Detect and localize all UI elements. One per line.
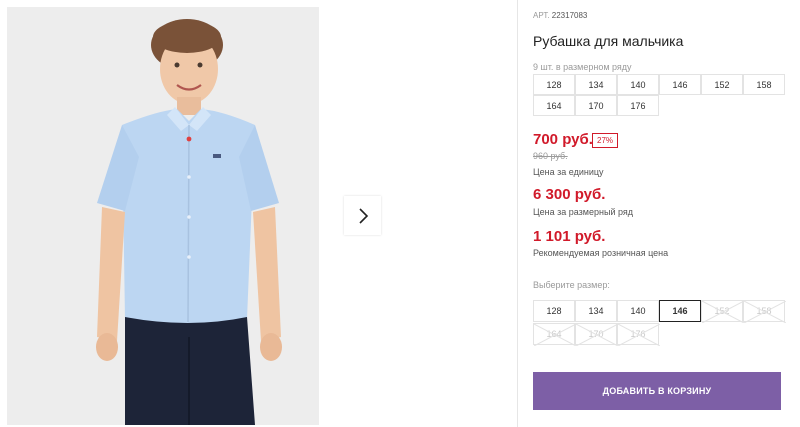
gallery-next-button[interactable] bbox=[344, 196, 381, 235]
unavailable-cross-icon bbox=[534, 324, 576, 346]
unavailable-cross-icon bbox=[702, 301, 744, 323]
row-price: 6 300 руб. bbox=[533, 186, 606, 203]
product-gallery bbox=[0, 0, 517, 427]
size-option-170: 170 bbox=[575, 323, 618, 346]
size-option-label: 128 bbox=[546, 306, 562, 316]
old-price: 960 руб. bbox=[533, 151, 568, 161]
article-value: 22317083 bbox=[551, 11, 588, 20]
article-label: АРТ. bbox=[533, 11, 550, 20]
pack-note: 9 шт. в размерном ряду bbox=[533, 62, 632, 72]
article-number: АРТ. 22317083 bbox=[533, 11, 587, 20]
size-option-128[interactable]: 128 bbox=[533, 300, 575, 322]
pack-size-cell: 176 bbox=[617, 95, 659, 116]
pack-size-cell: 140 bbox=[617, 74, 659, 95]
pack-size-cell: 152 bbox=[701, 74, 743, 95]
add-to-cart-button[interactable]: ДОБАВИТЬ В КОРЗИНУ bbox=[533, 372, 781, 410]
unavailable-cross-icon bbox=[576, 324, 618, 346]
unit-price-caption: Цена за единицу bbox=[533, 167, 604, 177]
size-option-158: 158 bbox=[743, 300, 786, 323]
size-select-label: Выберите размер: bbox=[533, 280, 610, 290]
pack-size-cell: 158 bbox=[743, 74, 785, 95]
size-option-146[interactable]: 146 bbox=[659, 300, 701, 322]
row-price-caption: Цена за размерный ряд bbox=[533, 207, 634, 217]
unavailable-cross-icon bbox=[618, 324, 660, 346]
pack-size-cell: 170 bbox=[575, 95, 617, 116]
pack-size-cell: 134 bbox=[575, 74, 617, 95]
size-option-140[interactable]: 140 bbox=[617, 300, 659, 322]
product-photo bbox=[7, 7, 319, 425]
size-option-152: 152 bbox=[701, 300, 744, 323]
size-option-label: 140 bbox=[630, 306, 646, 316]
pack-size-cell: 146 bbox=[659, 74, 701, 95]
discount-badge: 27% bbox=[592, 133, 619, 148]
size-option-164: 164 bbox=[533, 323, 576, 346]
chevron-right-icon bbox=[358, 207, 368, 224]
unit-price: 700 руб. bbox=[533, 131, 593, 148]
size-option-134[interactable]: 134 bbox=[575, 300, 617, 322]
size-option-label: 134 bbox=[588, 306, 604, 316]
pack-size-cell: 128 bbox=[533, 74, 575, 95]
size-option-176: 176 bbox=[617, 323, 660, 346]
pack-size-cell: 164 bbox=[533, 95, 575, 116]
retail-price-caption: Рекомендуемая розничная цена bbox=[533, 248, 669, 258]
unavailable-cross-icon bbox=[744, 301, 786, 323]
retail-price: 1 101 руб. bbox=[533, 228, 606, 245]
product-title: Рубашка для мальчика bbox=[533, 33, 684, 49]
size-option-label: 146 bbox=[672, 306, 688, 316]
divider bbox=[517, 0, 518, 427]
